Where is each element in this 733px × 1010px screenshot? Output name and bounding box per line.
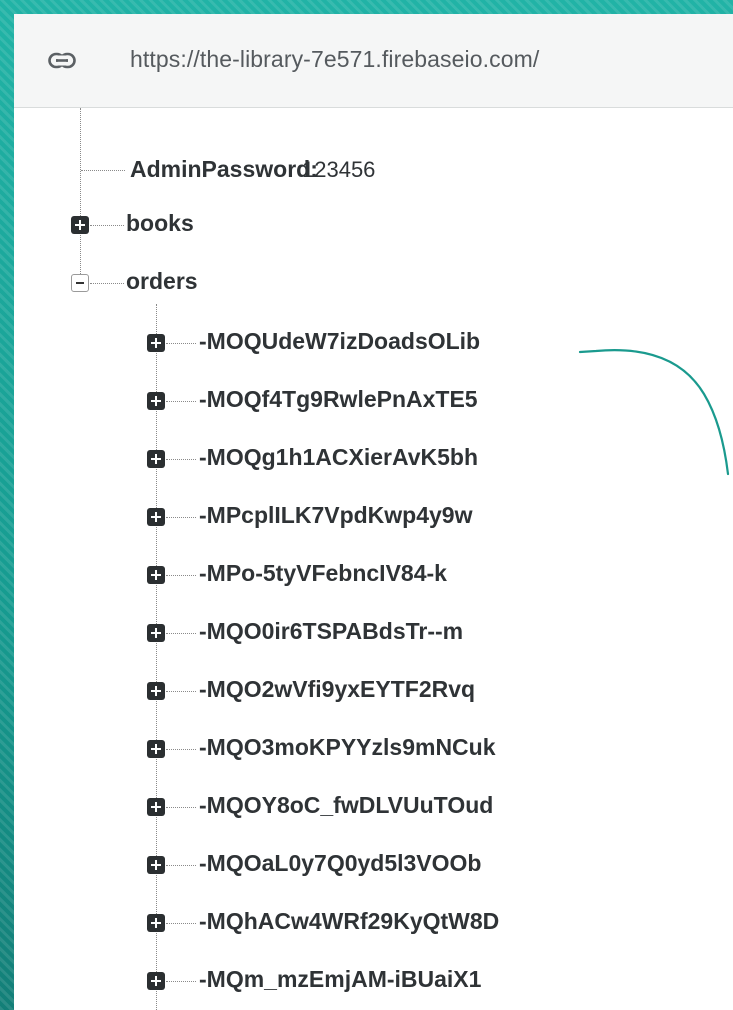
tree-connector (166, 981, 196, 982)
tree-connector (166, 923, 196, 924)
tree-connector (166, 807, 196, 808)
database-url[interactable]: https://the-library-7e571.firebaseio.com… (130, 46, 539, 73)
order-key[interactable]: -MQm_mzEmjAM-iBUaiX1 (199, 966, 481, 993)
tree-connector (166, 343, 196, 344)
tree-connector (81, 170, 125, 171)
tree-connector (166, 633, 196, 634)
tree-connector (90, 283, 124, 284)
url-bar: https://the-library-7e571.firebaseio.com… (14, 14, 733, 108)
data-tree: AdminPassword: 123456 books orders -MOQU… (14, 108, 733, 1010)
expand-icon[interactable] (147, 334, 165, 352)
expand-icon[interactable] (147, 740, 165, 758)
order-key[interactable]: -MOQg1h1ACXierAvK5bh (199, 444, 478, 471)
order-key[interactable]: -MPo-5tyVFebncIV84-k (199, 560, 447, 587)
expand-icon[interactable] (147, 682, 165, 700)
tree-connector (80, 108, 81, 278)
order-key[interactable]: -MOQf4Tg9RwlePnAxTE5 (199, 386, 478, 413)
expand-icon[interactable] (147, 508, 165, 526)
books-node[interactable]: books (126, 210, 194, 237)
tree-connector (166, 459, 196, 460)
orders-node[interactable]: orders (126, 268, 198, 295)
expand-icon[interactable] (147, 624, 165, 642)
tree-connector (166, 401, 196, 402)
expand-icon[interactable] (147, 798, 165, 816)
tree-connector (166, 517, 196, 518)
admin-password-key: AdminPassword: (130, 156, 318, 182)
collapse-icon[interactable] (71, 274, 89, 292)
order-key[interactable]: -MQhACw4WRf29KyQtW8D (199, 908, 499, 935)
tree-connector (166, 575, 196, 576)
order-key[interactable]: -MQOY8oC_fwDLVUuTOud (199, 792, 493, 819)
order-key[interactable]: -MOQUdeW7izDoadsOLib (199, 328, 480, 355)
expand-icon[interactable] (147, 392, 165, 410)
expand-icon[interactable] (147, 450, 165, 468)
tree-connector (166, 691, 196, 692)
tree-connector (90, 225, 124, 226)
order-key[interactable]: -MQO0ir6TSPABdsTr--m (199, 618, 463, 645)
expand-icon[interactable] (147, 856, 165, 874)
expand-icon[interactable] (147, 914, 165, 932)
expand-icon[interactable] (71, 216, 89, 234)
link-icon (48, 52, 76, 69)
expand-icon[interactable] (147, 566, 165, 584)
firebase-database-panel: https://the-library-7e571.firebaseio.com… (14, 14, 733, 1010)
order-key[interactable]: -MQOaL0y7Q0yd5l3VOOb (199, 850, 481, 877)
expand-icon[interactable] (147, 972, 165, 990)
tree-connector (166, 865, 196, 866)
order-key[interactable]: -MPcplILK7VpdKwp4y9w (199, 502, 472, 529)
order-key[interactable]: -MQO3moKPYYzls9mNCuk (199, 734, 496, 761)
admin-password-value[interactable]: 123456 (302, 157, 402, 183)
order-key[interactable]: -MQO2wVfi9yxEYTF2Rvq (199, 676, 475, 703)
tree-connector (166, 749, 196, 750)
